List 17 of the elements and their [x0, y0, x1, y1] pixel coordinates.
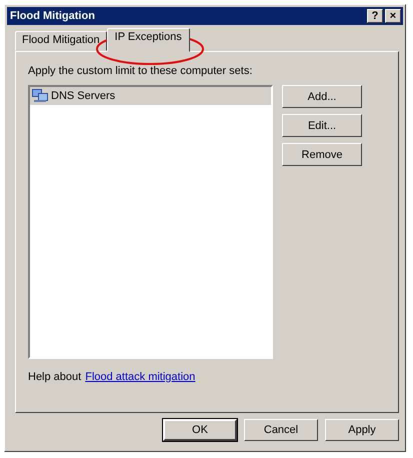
close-button[interactable]: ×	[385, 9, 401, 23]
dialog-button[interactable]: Cancel	[244, 419, 318, 441]
dialog-button[interactable]: OK	[163, 419, 237, 441]
help-button[interactable]: ?	[367, 9, 383, 23]
list-label: Apply the custom limit to these computer sets:	[28, 65, 254, 77]
action-button[interactable]: Edit...	[282, 114, 362, 137]
computer-set-list[interactable]: DNS Servers	[28, 85, 273, 359]
dialog-button[interactable]: Apply	[325, 419, 399, 441]
computers-icon	[32, 89, 48, 103]
help-link[interactable]: Flood attack mitigation	[85, 371, 196, 383]
tab[interactable]: Flood Mitigation	[15, 31, 107, 51]
action-button[interactable]: Add...	[282, 85, 362, 108]
window-title: Flood Mitigation	[10, 10, 95, 22]
help-text: Help about	[28, 371, 82, 383]
action-button[interactable]: Remove	[282, 143, 362, 166]
tab[interactable]: IP Exceptions	[106, 28, 190, 52]
list-item[interactable]: DNS Servers	[30, 87, 271, 105]
